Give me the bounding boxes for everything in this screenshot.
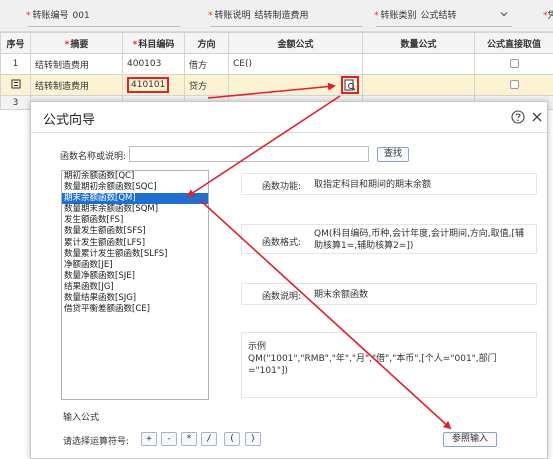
function-list[interactable]: 期初余额函数[QC] 数量期初余额函数[SQC] 期末余额函数[QM] 数量期末余额函… — [61, 170, 209, 400]
required-mark: * — [374, 11, 379, 21]
row-quantity-formula[interactable] — [362, 74, 475, 96]
row-direct-value[interactable] — [474, 53, 553, 75]
row-direct-value[interactable] — [474, 74, 553, 96]
example-label: 示例 — [248, 342, 267, 352]
formula-wizard-icon[interactable] — [341, 76, 359, 94]
col-header-direction: 方向 — [184, 32, 229, 54]
voucher-right-label: *凭 — [543, 11, 553, 21]
code-highlight: 410101 — [127, 77, 170, 93]
close-icon[interactable] — [531, 111, 543, 123]
voucher-desc-field[interactable]: * 转账说明 结转制造费用 — [208, 0, 309, 32]
row-summary[interactable]: 结转制造费用 — [30, 53, 123, 75]
function-desc-label: 函数说明: — [262, 292, 302, 302]
function-search-input[interactable] — [129, 146, 369, 162]
voucher-desc-label: 转账说明 — [214, 11, 251, 21]
table-row[interactable]: 1 结转制造费用 400103 借方 CE() — [0, 53, 553, 75]
row-edit-icon — [11, 79, 20, 88]
transfer-grid: 序号 *摘要 *科目编码 方向 金额公式 数量公式 公式直接取值 1 结转制造费… — [0, 32, 553, 110]
function-format-box: 函数格式: QM(科目编码,币种,会计年度,会计期间,方向,取值,[辅助核算1=… — [241, 224, 537, 254]
row-summary[interactable]: 结转制造费用 — [30, 74, 123, 96]
list-item[interactable]: 净额函数[JE] — [62, 260, 208, 271]
operator-divide-button[interactable]: / — [201, 432, 217, 446]
function-example-box: 示例 QM("1001","RMB","年","月","借","本币",[个人=… — [241, 332, 537, 398]
row-quantity-formula[interactable] — [362, 53, 475, 75]
input-formula-label: 输入公式 — [63, 413, 100, 423]
search-label: 函数名称或说明: — [60, 152, 127, 162]
formula-wizard-dialog: 公式向导 函数名称或说明: 查找 期初余额函数[QC] 数量期初余额函数[SQC]… — [30, 101, 548, 459]
required-mark: * — [208, 11, 213, 21]
col-header-seq: 序号 — [0, 32, 31, 54]
voucher-desc-value: 结转制造费用 — [254, 11, 309, 21]
voucher-type-field[interactable]: * 转账类别 公式结转 — [374, 0, 457, 32]
dialog-title: 公式向导 — [43, 113, 96, 128]
operator-rparen-button[interactable]: ) — [245, 432, 261, 446]
voucher-header-bar: * 转账编号 001 * 转账说明 结转制造费用 * 转账类别 公式结转 *凭 — [0, 0, 553, 32]
operator-lparen-button[interactable]: ( — [224, 432, 240, 446]
voucher-type-underline — [376, 26, 512, 27]
function-purpose-box: 函数功能: 取指定科目和期间的期末余额 — [241, 173, 537, 195]
list-item[interactable]: 数量累计发生额函数[SLFS] — [62, 249, 208, 260]
example-value: QM("1001","RMB","年","月","借","本币",[个人="00… — [248, 354, 497, 376]
function-desc-value: 期末余额函数 — [314, 290, 369, 300]
chevron-down-icon[interactable] — [500, 10, 508, 18]
col-header-direct-value: 公式直接取值 — [474, 32, 553, 54]
row-seq — [0, 74, 31, 96]
voucher-desc-underline — [210, 26, 362, 27]
help-icon[interactable] — [511, 110, 525, 124]
list-item[interactable]: 数量结果函数[SJG] — [62, 293, 208, 304]
list-item[interactable]: 结果函数[JG] — [62, 282, 208, 293]
voucher-type-label: 转账类别 — [380, 11, 417, 21]
list-item[interactable]: 发生额函数[FS] — [62, 215, 208, 226]
list-item[interactable]: 累计发生额函数[LFS] — [62, 238, 208, 249]
col-header-quantity-formula: 数量公式 — [362, 32, 475, 54]
direct-value-checkbox[interactable] — [509, 59, 519, 68]
table-row-selected[interactable]: 结转制造费用 410101 贷方 — [0, 74, 553, 96]
row-code[interactable]: 400103 — [122, 53, 185, 75]
function-format-label: 函数格式: — [262, 238, 302, 248]
list-item[interactable]: 借贷平衡差额函数[CE] — [62, 304, 208, 315]
function-format-value: QM(科目编码,币种,会计年度,会计期间,方向,取值,[辅助核算1=,辅助核算2… — [314, 229, 525, 251]
function-desc-box: 函数说明: 期末余额函数 — [241, 283, 537, 305]
function-purpose-value: 取指定科目和期间的期末余额 — [314, 180, 432, 190]
col-header-summary: *摘要 — [30, 32, 123, 54]
list-item[interactable]: 期末余额函数[QM] — [62, 193, 208, 205]
search-button[interactable]: 查找 — [377, 147, 409, 162]
operator-minus-button[interactable]: - — [161, 432, 177, 446]
list-item[interactable]: 数量期末余额函数[SQM] — [62, 204, 208, 215]
row-seq: 1 — [0, 53, 31, 75]
dialog-title-divider — [31, 132, 547, 133]
row-seq: 3 — [0, 95, 31, 110]
row-amount-formula[interactable]: CE() — [228, 53, 363, 75]
col-header-amount-formula: 金额公式 — [228, 32, 363, 54]
direct-value-checkbox[interactable] — [509, 80, 519, 89]
voucher-no-label: 转账编号 — [32, 11, 69, 21]
row-code[interactable]: 410101 — [122, 74, 185, 96]
list-item[interactable]: 数量发生额函数[SFS] — [62, 226, 208, 237]
voucher-no-value: 001 — [72, 11, 90, 21]
row-amount-formula[interactable] — [228, 74, 363, 96]
operator-label: 请选择运算符号: — [63, 437, 130, 447]
list-item[interactable]: 期初余额函数[QC] — [62, 171, 208, 182]
operator-multiply-button[interactable]: * — [181, 432, 197, 446]
function-purpose-label: 函数功能: — [262, 182, 302, 192]
row-direction[interactable]: 借方 — [184, 53, 229, 75]
voucher-type-value: 公式结转 — [420, 11, 457, 21]
list-item[interactable]: 数量净额函数[SJE] — [62, 271, 208, 282]
list-item[interactable]: 数量期初余额函数[SQC] — [62, 182, 208, 193]
reference-input-button[interactable]: 参照输入 — [443, 432, 497, 447]
col-header-code: *科目编码 — [122, 32, 185, 54]
operator-plus-button[interactable]: + — [141, 432, 157, 446]
required-mark: * — [26, 11, 31, 21]
voucher-no-field[interactable]: * 转账编号 001 — [26, 0, 90, 32]
row-direction[interactable]: 贷方 — [184, 74, 229, 96]
voucher-no-underline — [28, 26, 180, 27]
